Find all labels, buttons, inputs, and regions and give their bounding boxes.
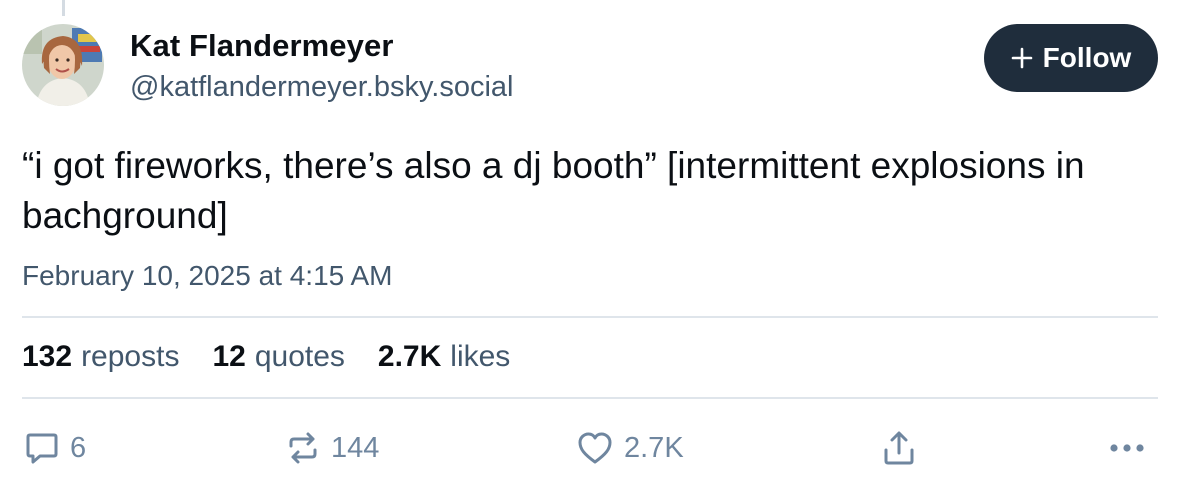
engagement-stats: 132 reposts 12 quotes 2.7K likes xyxy=(22,340,510,374)
author-name[interactable]: Kat Flandermeyer xyxy=(130,28,393,64)
share-icon xyxy=(881,429,917,467)
avatar[interactable] xyxy=(22,24,104,106)
reposts-stat[interactable]: 132 reposts xyxy=(22,340,179,374)
reposts-label: reposts xyxy=(81,340,180,373)
repost-button[interactable]: 144 xyxy=(285,428,379,468)
quotes-stat[interactable]: 12 quotes xyxy=(212,340,344,374)
heart-icon xyxy=(576,430,614,466)
divider xyxy=(22,316,1158,318)
author-handle[interactable]: @katflandermeyer.bsky.social xyxy=(130,71,514,104)
like-button[interactable]: 2.7K xyxy=(576,428,684,468)
quotes-label: quotes xyxy=(254,340,345,373)
repost-count: 144 xyxy=(331,431,380,464)
likes-stat[interactable]: 2.7K likes xyxy=(378,340,510,374)
divider xyxy=(22,397,1158,399)
follow-button[interactable]: Follow xyxy=(984,24,1158,92)
likes-count: 2.7K xyxy=(377,340,442,373)
reply-count: 6 xyxy=(70,431,87,464)
reposts-count: 132 xyxy=(22,340,73,373)
plus-icon xyxy=(1011,47,1033,69)
likes-label: likes xyxy=(450,340,511,373)
share-button[interactable] xyxy=(881,428,917,468)
post-timestamp[interactable]: February 10, 2025 at 4:15 AM xyxy=(22,260,392,292)
repost-icon xyxy=(285,430,321,466)
post-text: “i got fireworks, there’s also a dj boot… xyxy=(22,145,1095,236)
thread-connector-line xyxy=(62,0,65,16)
more-options-button[interactable] xyxy=(1108,428,1146,468)
more-dots-icon xyxy=(1108,442,1146,454)
quotes-count: 12 xyxy=(212,340,246,373)
reply-bubble-icon xyxy=(24,430,60,466)
like-count: 2.7K xyxy=(624,431,684,464)
reply-button[interactable]: 6 xyxy=(24,428,86,468)
follow-label: Follow xyxy=(1042,42,1132,73)
